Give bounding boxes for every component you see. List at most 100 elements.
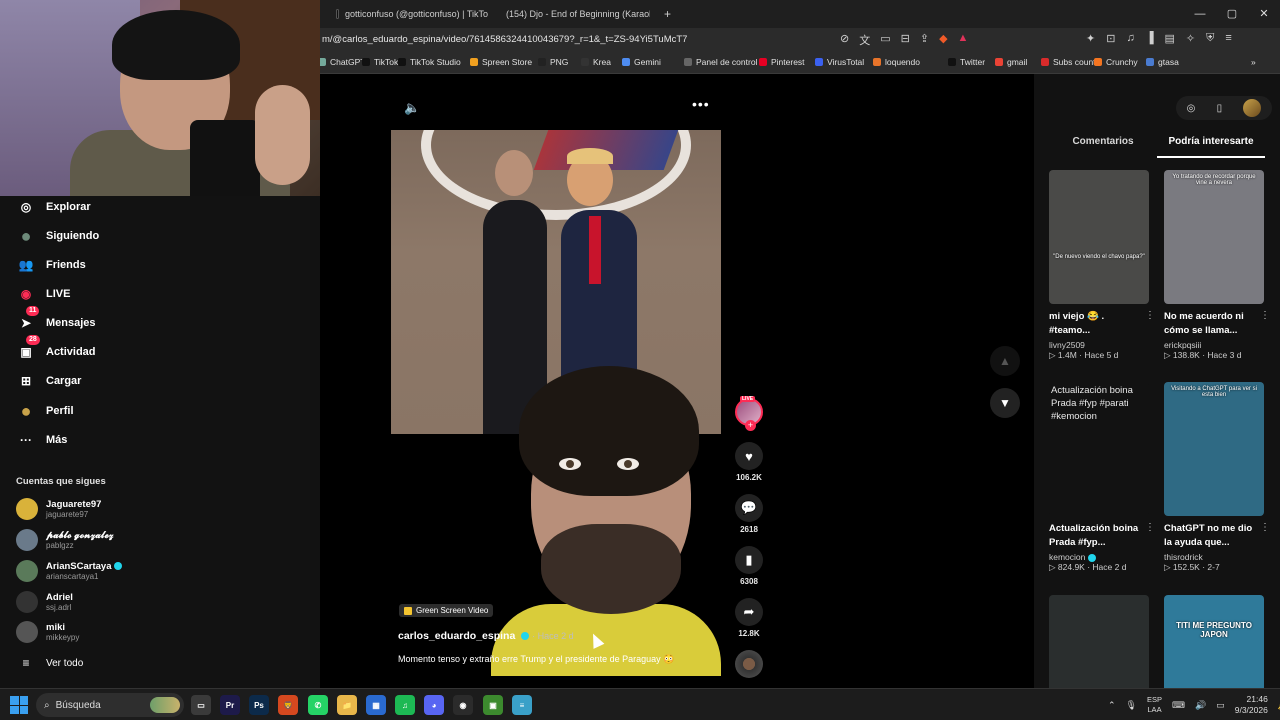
screenshot-icon[interactable]: ⊡ — [1106, 32, 1115, 45]
followed-account[interactable]: Jaguarete97 jaguarete97 — [16, 498, 101, 520]
bookmark-item[interactable]: Gemini — [622, 57, 661, 67]
author-name[interactable]: carlos_eduardo_espina — [398, 630, 515, 642]
recommended-video-card[interactable]: "De nuevo viendo el chavo papa?" mi viejo… — [1049, 170, 1155, 361]
volume-icon[interactable]: 🔈 — [404, 100, 420, 116]
sidebar-item-live[interactable]: ◉ LIVE — [16, 283, 71, 305]
share-icon[interactable]: ⇪ — [920, 32, 929, 48]
sidebar-item-friends[interactable]: 👥 Friends — [16, 254, 86, 276]
see-all-button[interactable]: ≡ Ver todo — [16, 652, 83, 674]
store-icon[interactable]: ▦ — [366, 695, 386, 715]
bookmarks-overflow-icon[interactable]: » — [1251, 57, 1256, 67]
brave-shields-icon[interactable]: ◆ — [939, 32, 947, 48]
more-options-icon[interactable]: ••• — [692, 96, 710, 112]
bookmark-item[interactable]: Twitter — [948, 57, 985, 67]
phone-icon[interactable]: ▯ — [1217, 103, 1223, 114]
more-options-icon[interactable]: ⋮ — [1260, 522, 1270, 533]
network-icon[interactable]: ⌨ — [1172, 700, 1185, 711]
leo-ai-icon[interactable]: ✧ — [1186, 32, 1195, 45]
menu-icon[interactable]: ≡ — [1225, 32, 1231, 45]
tab-recommended[interactable]: Podría interesarte — [1157, 134, 1265, 158]
video-author[interactable]: thisrodrick — [1164, 552, 1264, 562]
followed-account[interactable]: 𝓹𝓪𝓫𝓵𝓸 𝓰𝓸𝓷𝔃𝓪𝓵𝓮𝔃 pablgzz — [16, 529, 114, 551]
video-player[interactable]: Green Screen Video carlos_eduardo_espina… — [391, 130, 721, 676]
video-author[interactable]: kemocion — [1049, 552, 1149, 562]
sidebar-item-perfil[interactable]: ● Perfil — [16, 400, 74, 422]
file-explorer-icon[interactable]: 📁 — [337, 695, 357, 715]
video-author[interactable]: livny2509 — [1049, 340, 1149, 350]
wallet-icon[interactable]: ▤ — [1164, 32, 1174, 45]
sidebar-item-mensajes[interactable]: ➤ 11 Mensajes — [16, 306, 96, 334]
maximize-icon[interactable]: ▢ — [1216, 0, 1248, 28]
premiere-pro-icon[interactable]: Pr — [220, 695, 240, 715]
brave-rewards-icon[interactable]: ▲ — [958, 32, 969, 48]
tab-comments[interactable]: Comentarios — [1049, 134, 1157, 158]
bookmark-item[interactable]: Crunchy — [1094, 57, 1138, 67]
comment-button[interactable]: 💬 2618 — [732, 494, 766, 534]
mute-tab-icon[interactable]: ⊘ — [840, 32, 849, 48]
more-options-icon[interactable]: ⋮ — [1260, 310, 1270, 321]
url-field[interactable]: m/@carlos_eduardo_espina/video/761458632… — [322, 34, 687, 45]
sidebar-item-siguiendo[interactable]: ● Siguiendo — [16, 225, 100, 247]
sidebar-item-cargar[interactable]: ⊞ Cargar — [16, 370, 82, 392]
microphone-icon[interactable]: 🎙 — [1126, 700, 1137, 711]
bookmark-item[interactable]: VirusTotal — [815, 57, 864, 67]
more-options-icon[interactable]: ⋮ — [1145, 522, 1155, 533]
bookmark-item[interactable]: gmail — [995, 57, 1027, 67]
brave-icon[interactable]: 🦁 — [278, 695, 298, 715]
compass-icon[interactable]: ◎ — [1187, 103, 1196, 114]
discord-icon[interactable]: ◕ — [424, 695, 444, 715]
tray-overflow-icon[interactable]: ⌃ — [1108, 700, 1116, 711]
share-button[interactable]: ➦ 12.8K — [732, 598, 766, 638]
save-button[interactable]: ▮ 6308 — [732, 546, 766, 586]
bookmark-item[interactable]: TikTok Studio — [398, 57, 461, 67]
recommended-video-card[interactable]: Actualización boina Prada #fyp #parati #… — [1049, 382, 1155, 573]
bookmark-item[interactable]: Pinterest — [759, 57, 805, 67]
previous-video-button[interactable]: ▲ — [990, 346, 1020, 376]
video-thumbnail[interactable]: Actualización boina Prada #fyp #parati #… — [1049, 382, 1149, 516]
recommended-video-card[interactable]: Yo tratando de recordar porque vine a ne… — [1164, 170, 1270, 361]
spotify-icon[interactable]: ♫ — [395, 695, 415, 715]
green-screen-tag[interactable]: Green Screen Video — [399, 604, 494, 617]
bookmark-item[interactable]: gtasa — [1146, 57, 1179, 67]
extensions-icon[interactable]: ✦ — [1086, 32, 1095, 45]
minimize-icon[interactable]: — — [1184, 0, 1216, 28]
bookmark-item[interactable]: ChatGPT — [318, 57, 365, 67]
sidebar-item-actividad[interactable]: ▣ 28 Actividad — [16, 335, 96, 363]
install-icon[interactable]: ⊟ — [901, 32, 910, 48]
browser-tab-2[interactable]: (154) Djo - End of Beginning (Karaok — [500, 4, 650, 24]
cast-icon[interactable]: ▭ — [880, 32, 890, 48]
video-title[interactable]: No me acuerdo ni cómo se llama... — [1164, 310, 1256, 338]
bookmark-item[interactable]: Panel de control — [684, 57, 757, 67]
video-thumbnail[interactable]: Visitando a ChatGPT para ver si esta bie… — [1164, 382, 1264, 516]
minecraft-icon[interactable]: ▣ — [483, 695, 503, 715]
volume-tray-icon[interactable]: 🔊 — [1195, 700, 1206, 711]
sidebar-item-ms[interactable]: ··· Más — [16, 429, 67, 451]
creator-live-avatar[interactable]: LIVE + — [732, 396, 766, 431]
followed-account[interactable]: ArianSCartaya arianscartaya1 — [16, 560, 123, 582]
media-icon[interactable]: ♫ — [1126, 32, 1134, 45]
language-indicator[interactable]: ESP LAA — [1147, 695, 1162, 715]
music-disc-button[interactable] — [732, 650, 766, 678]
follow-plus-icon[interactable]: + — [745, 420, 756, 431]
bookmark-item[interactable]: Subs count — [1041, 57, 1096, 67]
video-title[interactable]: mi viejo 😂 . #teamo... — [1049, 310, 1141, 338]
browser-tab-1[interactable]: gotticonfuso (@gotticonfuso) | TikTo — [336, 4, 488, 24]
new-tab-button[interactable]: + — [664, 4, 678, 24]
bookmark-item[interactable]: Spreen Store — [470, 57, 532, 67]
translate-icon[interactable]: 文 — [859, 32, 870, 48]
like-button[interactable]: ♥ 106.2K — [732, 442, 766, 482]
whatsapp-icon[interactable]: ✆ — [308, 695, 328, 715]
battery-icon[interactable]: ▭ — [1216, 700, 1225, 711]
sidebar-item-explorar[interactable]: ◎ Explorar — [16, 196, 91, 218]
obs-icon[interactable]: ◉ — [453, 695, 473, 715]
bookmark-item[interactable]: PNG — [538, 57, 568, 67]
followed-account[interactable]: miki mikkeypy — [16, 621, 79, 643]
task-view-icon[interactable]: ▭ — [191, 695, 211, 715]
recommended-video-card[interactable]: Visitando a ChatGPT para ver si esta bie… — [1164, 382, 1270, 573]
sidebar-icon[interactable]: ▐ — [1146, 32, 1154, 45]
followed-account[interactable]: Adriel ssj.adrl — [16, 591, 73, 613]
bookmark-item[interactable]: loquendo — [873, 57, 920, 67]
vpn-icon[interactable]: ⛨ — [1206, 32, 1214, 45]
photoshop-icon[interactable]: Ps — [249, 695, 269, 715]
video-title[interactable]: Actualización boina Prada #fyp... — [1049, 522, 1141, 550]
